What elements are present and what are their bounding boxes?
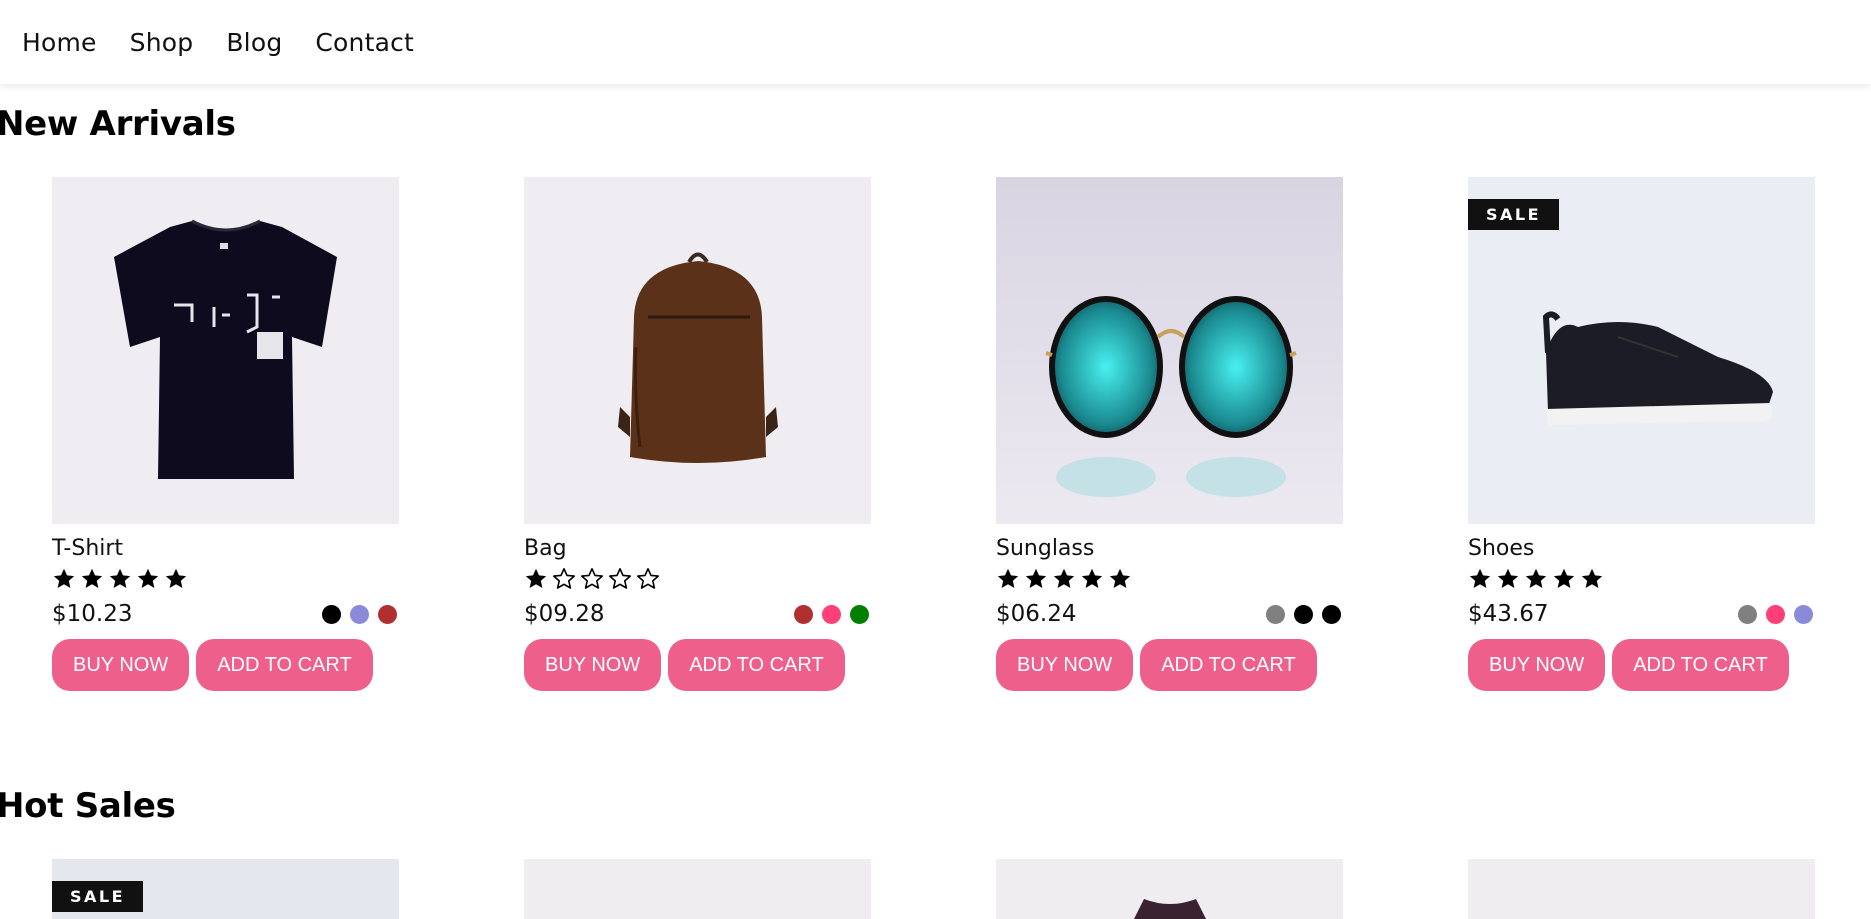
star-filled-icon — [1525, 568, 1547, 588]
star-filled-icon — [1469, 568, 1491, 588]
buy-now-button[interactable]: BUY NOW — [1468, 639, 1606, 691]
product-price: $09.28 — [524, 601, 605, 627]
product-name: Shoes — [1468, 536, 1535, 561]
color-swatch[interactable] — [822, 604, 841, 624]
shirt-collar-image — [1134, 899, 1206, 919]
add-to-cart-button[interactable]: ADD TO CART — [1140, 639, 1317, 691]
star-filled-icon — [165, 568, 187, 588]
product-image-bag[interactable] — [524, 177, 871, 524]
product-name: T-Shirt — [52, 536, 124, 561]
star-empty-icon — [553, 568, 575, 589]
color-swatches — [1266, 604, 1341, 624]
star-empty-icon — [581, 568, 603, 589]
add-to-cart-button[interactable]: ADD TO CART — [1612, 639, 1789, 691]
backpack-image — [524, 177, 871, 524]
new-arrivals-title: New Arrivals — [0, 104, 236, 144]
star-filled-icon — [1109, 568, 1131, 588]
hot-sale-image[interactable]: SALE — [52, 859, 399, 919]
hot-sale-image[interactable] — [996, 859, 1343, 919]
color-swatch[interactable] — [350, 604, 369, 624]
rating-stars — [52, 567, 399, 595]
hot-sale-image[interactable] — [1468, 859, 1815, 919]
star-filled-icon — [81, 568, 103, 588]
color-swatches — [1738, 604, 1813, 624]
sunglasses-image — [996, 177, 1343, 524]
nav-contact-link[interactable]: Contact — [315, 28, 414, 57]
product-card-shoes: SALE Shoes $43.67 BUY NOW ADD TO CART — [1468, 177, 1815, 691]
product-image-tshirt[interactable] — [52, 177, 399, 524]
product-name: Sunglass — [996, 536, 1095, 561]
star-empty-icon — [637, 568, 659, 589]
buy-now-button[interactable]: BUY NOW — [524, 639, 662, 691]
rating-stars — [1468, 567, 1815, 595]
hot-sales-title: Hot Sales — [0, 786, 176, 826]
product-card-bag: Bag $09.28 BUY NOW ADD TO CART — [524, 177, 871, 691]
star-filled-icon — [1025, 568, 1047, 588]
tshirt-image — [52, 177, 399, 524]
main-nav: Home Shop Blog Contact — [0, 0, 1871, 84]
color-swatch[interactable] — [1294, 604, 1313, 624]
star-filled-icon — [1581, 568, 1603, 588]
buy-now-button[interactable]: BUY NOW — [996, 639, 1134, 691]
color-swatch[interactable] — [1266, 604, 1285, 624]
sale-badge: SALE — [52, 881, 144, 912]
hot-sale-image[interactable] — [524, 859, 871, 919]
color-swatch[interactable] — [1766, 604, 1785, 624]
product-price: $43.67 — [1468, 601, 1549, 627]
color-swatches — [794, 604, 869, 624]
star-filled-icon — [137, 568, 159, 588]
star-filled-icon — [109, 568, 131, 588]
product-price: $06.24 — [996, 601, 1077, 627]
product-image-sunglass[interactable] — [996, 177, 1343, 524]
star-filled-icon — [1053, 568, 1075, 588]
product-card-sunglass: Sunglass $06.24 BUY NOW ADD TO CART — [996, 177, 1343, 691]
star-filled-icon — [53, 568, 75, 588]
rating-stars — [996, 567, 1343, 595]
nav-blog-link[interactable]: Blog — [226, 28, 282, 57]
star-filled-icon — [1497, 568, 1519, 588]
color-swatch[interactable] — [1794, 604, 1813, 624]
color-swatch[interactable] — [850, 604, 869, 624]
product-image-shoes[interactable]: SALE — [1468, 177, 1815, 524]
color-swatch[interactable] — [1738, 604, 1757, 624]
color-swatch[interactable] — [378, 604, 397, 624]
product-name: Bag — [524, 536, 567, 561]
color-swatches — [322, 604, 397, 624]
color-swatch[interactable] — [794, 604, 813, 624]
star-filled-icon — [525, 568, 547, 588]
rating-stars — [524, 567, 871, 595]
star-filled-icon — [1553, 568, 1575, 588]
star-empty-icon — [609, 568, 631, 589]
star-filled-icon — [997, 568, 1019, 588]
color-swatch[interactable] — [322, 604, 341, 624]
nav-shop-link[interactable]: Shop — [130, 28, 194, 57]
add-to-cart-button[interactable]: ADD TO CART — [196, 639, 373, 691]
nav-home-link[interactable]: Home — [22, 28, 97, 57]
buy-now-button[interactable]: BUY NOW — [52, 639, 190, 691]
star-filled-icon — [1081, 568, 1103, 588]
sale-badge: SALE — [1468, 199, 1560, 230]
product-price: $10.23 — [52, 601, 133, 627]
color-swatch[interactable] — [1322, 604, 1341, 624]
product-card-tshirt: T-Shirt $10.23 BUY NOW ADD TO CART — [52, 177, 399, 691]
add-to-cart-button[interactable]: ADD TO CART — [668, 639, 845, 691]
